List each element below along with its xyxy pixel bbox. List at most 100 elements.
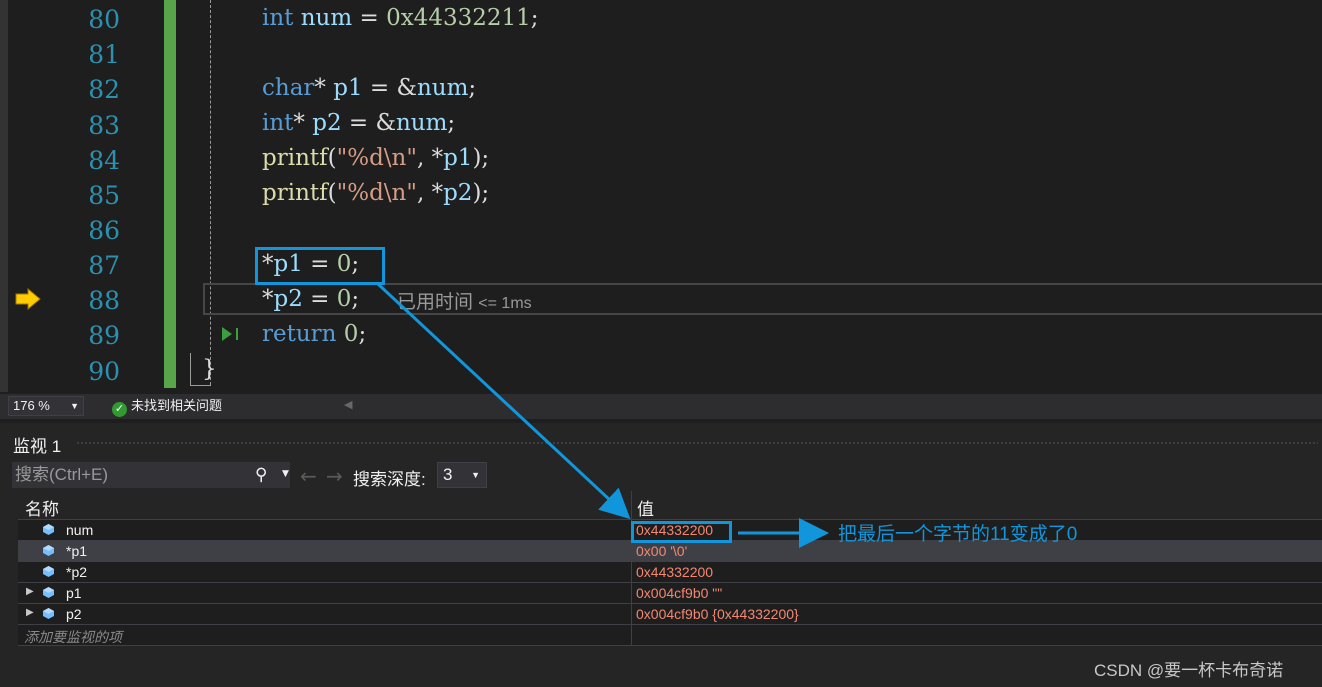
- code-line-80[interactable]: int num = 0x44332211;: [262, 1, 539, 36]
- column-divider: [631, 625, 632, 645]
- add-watch-row[interactable]: 添加要监视的项: [18, 625, 1322, 646]
- code-token: =: [341, 110, 376, 136]
- code-token: num: [300, 5, 353, 31]
- chevron-down-icon: ▼: [70, 401, 79, 411]
- zoom-dropdown[interactable]: 176 % ▼: [8, 396, 84, 416]
- line-number: 80: [88, 5, 120, 34]
- indent-guide: [210, 0, 211, 385]
- watermark: CSDN @要一杯卡布奇诺: [1094, 661, 1284, 680]
- code-token: =: [362, 75, 397, 101]
- watch-name: p2: [66, 606, 82, 622]
- code-token: );: [472, 180, 490, 206]
- editor-status-bar: 176 % ▼ ✓ 未找到相关问题 ◀: [0, 394, 1322, 419]
- watch-name: *p2: [66, 564, 88, 580]
- perf-tip-value: <= 1ms: [478, 295, 532, 312]
- column-divider[interactable]: [631, 491, 632, 519]
- table-row[interactable]: ▶ p2 0x004cf9b0 {0x44332200}: [18, 604, 1322, 625]
- column-header-name[interactable]: 名称: [25, 495, 59, 520]
- highlight-box-value: [631, 521, 732, 543]
- zoom-value: 176 %: [13, 398, 50, 413]
- watch-window-title[interactable]: 监视 1: [13, 432, 61, 457]
- table-row[interactable]: *p2 0x44332200: [18, 562, 1322, 583]
- code-token: 0: [343, 321, 359, 347]
- arrow-right-icon[interactable]: →: [326, 464, 343, 488]
- watch-value[interactable]: 0x00 '\0': [636, 543, 687, 559]
- code-token: ;: [468, 75, 477, 101]
- code-token: =: [352, 5, 387, 31]
- variable-cube-icon: [43, 566, 54, 577]
- expand-arrow-icon[interactable]: ▶: [26, 607, 34, 618]
- code-token: *: [314, 75, 334, 101]
- search-icon[interactable]: ⚲: [255, 465, 267, 485]
- highlight-box-line-87: [255, 247, 385, 285]
- code-line-82[interactable]: char* p1 = &num;: [262, 71, 476, 106]
- code-line-89[interactable]: return 0;: [262, 317, 366, 352]
- code-token: num: [395, 110, 448, 136]
- line-number: 85: [88, 181, 120, 210]
- search-depth-select[interactable]: 3 ▼: [437, 462, 487, 488]
- perf-tip[interactable]: 已用时间 <= 1ms: [397, 287, 532, 314]
- code-token: ;: [447, 110, 456, 136]
- variable-cube-icon: [43, 545, 54, 556]
- code-token: p2: [443, 180, 473, 206]
- code-token: (: [327, 180, 337, 206]
- check-circle-icon: ✓: [112, 402, 127, 417]
- search-depth-label: 搜索深度:: [353, 470, 426, 489]
- code-line-85[interactable]: printf("%d\n", *p2);: [262, 176, 489, 211]
- watch-value[interactable]: 0x004cf9b0 {0x44332200}: [636, 606, 799, 622]
- add-watch-hint[interactable]: 添加要监视的项: [24, 627, 122, 647]
- scroll-left-arrow-icon[interactable]: ◀: [344, 398, 352, 411]
- issues-text: 未找到相关问题: [131, 398, 223, 413]
- code-token: ;: [351, 286, 360, 312]
- watch-search-box: ⚲ ▼: [12, 462, 290, 488]
- variable-cube-icon: [43, 608, 54, 619]
- arrow-left-icon[interactable]: ←: [300, 464, 317, 488]
- code-token: printf: [262, 145, 328, 171]
- column-divider: [631, 541, 632, 561]
- code-line-90[interactable]: }: [202, 352, 217, 387]
- run-to-click-icon[interactable]: [220, 324, 242, 344]
- code-token: int: [262, 5, 294, 31]
- table-row[interactable]: *p1 0x00 '\0': [18, 541, 1322, 562]
- code-token: p1: [443, 145, 473, 171]
- watch-name: *p1: [66, 543, 88, 559]
- line-number: 87: [88, 251, 120, 280]
- chevron-down-icon[interactable]: ▼: [282, 469, 289, 479]
- code-token: 0x44332211: [386, 5, 531, 31]
- expand-arrow-icon[interactable]: ▶: [26, 586, 34, 597]
- code-token: &: [396, 75, 417, 101]
- column-divider: [631, 604, 632, 624]
- chevron-down-icon: ▼: [471, 470, 480, 480]
- watch-name: p1: [66, 585, 82, 601]
- code-editor[interactable]: 80 81 82 83 84 85 86 87 88 89 90 int num…: [0, 0, 1322, 392]
- code-token: "%d\n": [336, 180, 417, 206]
- code-line-84[interactable]: printf("%d\n", *p1);: [262, 141, 489, 176]
- code-token: );: [472, 145, 490, 171]
- code-token: p2: [312, 110, 342, 136]
- code-line-88[interactable]: *p2 = 0;: [262, 282, 359, 317]
- execution-pointer-icon[interactable]: [14, 288, 42, 310]
- watch-value[interactable]: 0x004cf9b0 "": [636, 585, 722, 601]
- change-tracking-bar: [164, 0, 176, 388]
- table-row[interactable]: ▶ p1 0x004cf9b0 "": [18, 583, 1322, 604]
- line-number: 88: [88, 286, 120, 315]
- code-token: char: [262, 75, 315, 101]
- code-token: *: [293, 110, 313, 136]
- indicator-margin[interactable]: [0, 0, 8, 392]
- title-grip[interactable]: [76, 441, 1318, 445]
- code-line-83[interactable]: int* p2 = &num;: [262, 106, 455, 141]
- search-depth-value: 3: [443, 465, 453, 484]
- code-token: int: [262, 110, 294, 136]
- line-number: 84: [88, 146, 120, 175]
- variable-cube-icon: [43, 587, 54, 598]
- code-token: return: [262, 321, 337, 347]
- search-input[interactable]: [12, 462, 252, 488]
- column-header-value[interactable]: 值: [637, 495, 654, 520]
- code-token: p1: [333, 75, 363, 101]
- current-line-highlight: [203, 283, 1322, 315]
- issues-indicator[interactable]: ✓ 未找到相关问题: [112, 397, 222, 417]
- variable-cube-icon: [43, 524, 54, 535]
- line-number: 81: [88, 40, 120, 69]
- code-token: (: [327, 145, 337, 171]
- watch-value[interactable]: 0x44332200: [636, 564, 713, 580]
